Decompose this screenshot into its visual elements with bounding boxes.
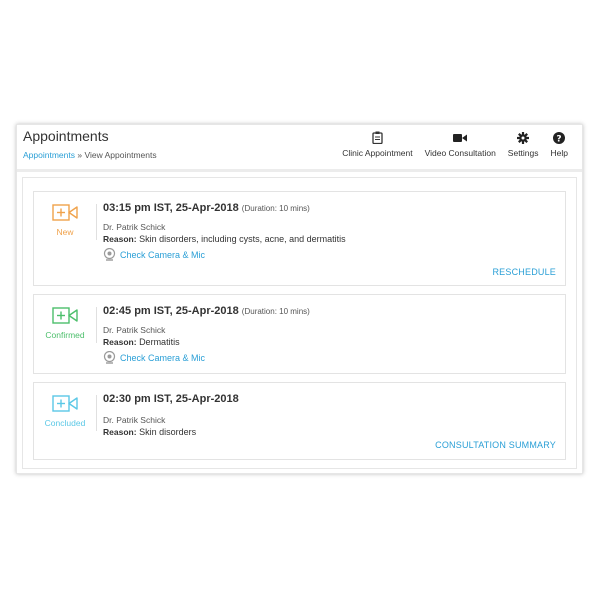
breadcrumb: Appointments » View Appointments [23,150,157,160]
appointments-list: New 03:15 pm IST, 25-Apr-2018 (Duration:… [22,177,577,469]
status-badge: New [56,227,74,237]
divider [96,307,97,343]
video-camera-icon [453,131,468,144]
status-badge: Concluded [44,418,86,428]
appointment-status: New [34,204,96,237]
help-icon: ? [553,131,566,144]
svg-text:?: ? [557,134,562,144]
help-label: Help [550,148,568,158]
appointment-details: 03:15 pm IST, 25-Apr-2018 (Duration: 10 … [103,202,346,261]
page-title: Appointments [23,128,109,144]
check-camera-mic-link[interactable]: Check Camera & Mic [103,248,346,261]
gear-icon [517,131,530,144]
video-call-icon [52,395,78,412]
appointment-card: Confirmed 02:45 pm IST, 25-Apr-2018 (Dur… [33,294,566,374]
appointment-duration: (Duration: 10 mins) [241,204,310,213]
status-badge: Confirmed [45,330,85,340]
appointment-time: 02:30 pm IST, 25-Apr-2018 [103,393,239,405]
appointment-time: 02:45 pm IST, 25-Apr-2018 [103,305,239,317]
clinic-appointment-button[interactable]: Clinic Appointment [342,131,413,158]
video-consultation-button[interactable]: Video Consultation [425,131,496,158]
clinic-appointment-label: Clinic Appointment [342,148,413,158]
appointment-status: Confirmed [34,307,96,340]
divider [96,395,97,431]
reason-label: Reason: [103,337,137,347]
appointment-reason: Skin disorders [139,427,197,437]
breadcrumb-current: View Appointments [84,150,157,160]
page-header: Appointments Appointments » View Appoint… [17,125,582,172]
divider [96,204,97,240]
clipboard-icon [372,131,383,144]
webcam-icon [103,351,116,364]
appointment-card: New 03:15 pm IST, 25-Apr-2018 (Duration:… [33,191,566,286]
appointment-duration: (Duration: 10 mins) [241,307,310,316]
appointment-time: 03:15 pm IST, 25-Apr-2018 [103,202,239,214]
check-camera-mic-link[interactable]: Check Camera & Mic [103,351,310,364]
doctor-name: Dr. Patrik Schick [103,415,166,425]
appointment-time-line: 02:45 pm IST, 25-Apr-2018 (Duration: 10 … [103,305,310,317]
appointment-details: 02:45 pm IST, 25-Apr-2018 (Duration: 10 … [103,305,310,364]
appointment-reason-line: Reason: Dermatitis [103,337,310,347]
help-button[interactable]: ? Help [551,131,568,158]
appointment-time-line: 03:15 pm IST, 25-Apr-2018 (Duration: 10 … [103,202,346,214]
doctor-name: Dr. Patrik Schick [103,325,166,335]
appointment-reason-line: Reason: Skin disorders [103,427,239,437]
settings-label: Settings [507,148,539,158]
check-camera-mic-label: Check Camera & Mic [120,352,206,363]
appointment-status: Concluded [34,395,96,428]
video-call-icon [52,204,78,221]
video-call-icon [52,307,78,324]
consultation-summary-link[interactable]: CONSULTATION SUMMARY [435,440,556,450]
appointment-reason: Dermatitis [139,337,180,347]
appointment-details: 02:30 pm IST, 25-Apr-2018 Dr. Patrik Sch… [103,393,239,437]
appointment-time-line: 02:30 pm IST, 25-Apr-2018 [103,393,239,405]
toolbar: Clinic Appointment Video Consultation Se… [342,131,568,158]
appointment-reason: Skin disorders, including cysts, acne, a… [139,234,346,244]
video-consultation-label: Video Consultation [424,148,496,158]
appointment-reason-line: Reason: Skin disorders, including cysts,… [103,234,346,244]
reason-label: Reason: [103,234,137,244]
reschedule-link[interactable]: RESCHEDULE [492,267,556,277]
appointment-card: Concluded 02:30 pm IST, 25-Apr-2018 Dr. … [33,382,566,460]
settings-button[interactable]: Settings [508,131,539,158]
breadcrumb-separator: » [77,150,83,160]
breadcrumb-link-appointments[interactable]: Appointments [23,150,75,160]
reason-label: Reason: [103,427,137,437]
webcam-icon [103,248,116,261]
appointments-panel: Appointments Appointments » View Appoint… [16,124,583,474]
check-camera-mic-label: Check Camera & Mic [120,249,206,260]
doctor-name: Dr. Patrik Schick [103,222,166,232]
